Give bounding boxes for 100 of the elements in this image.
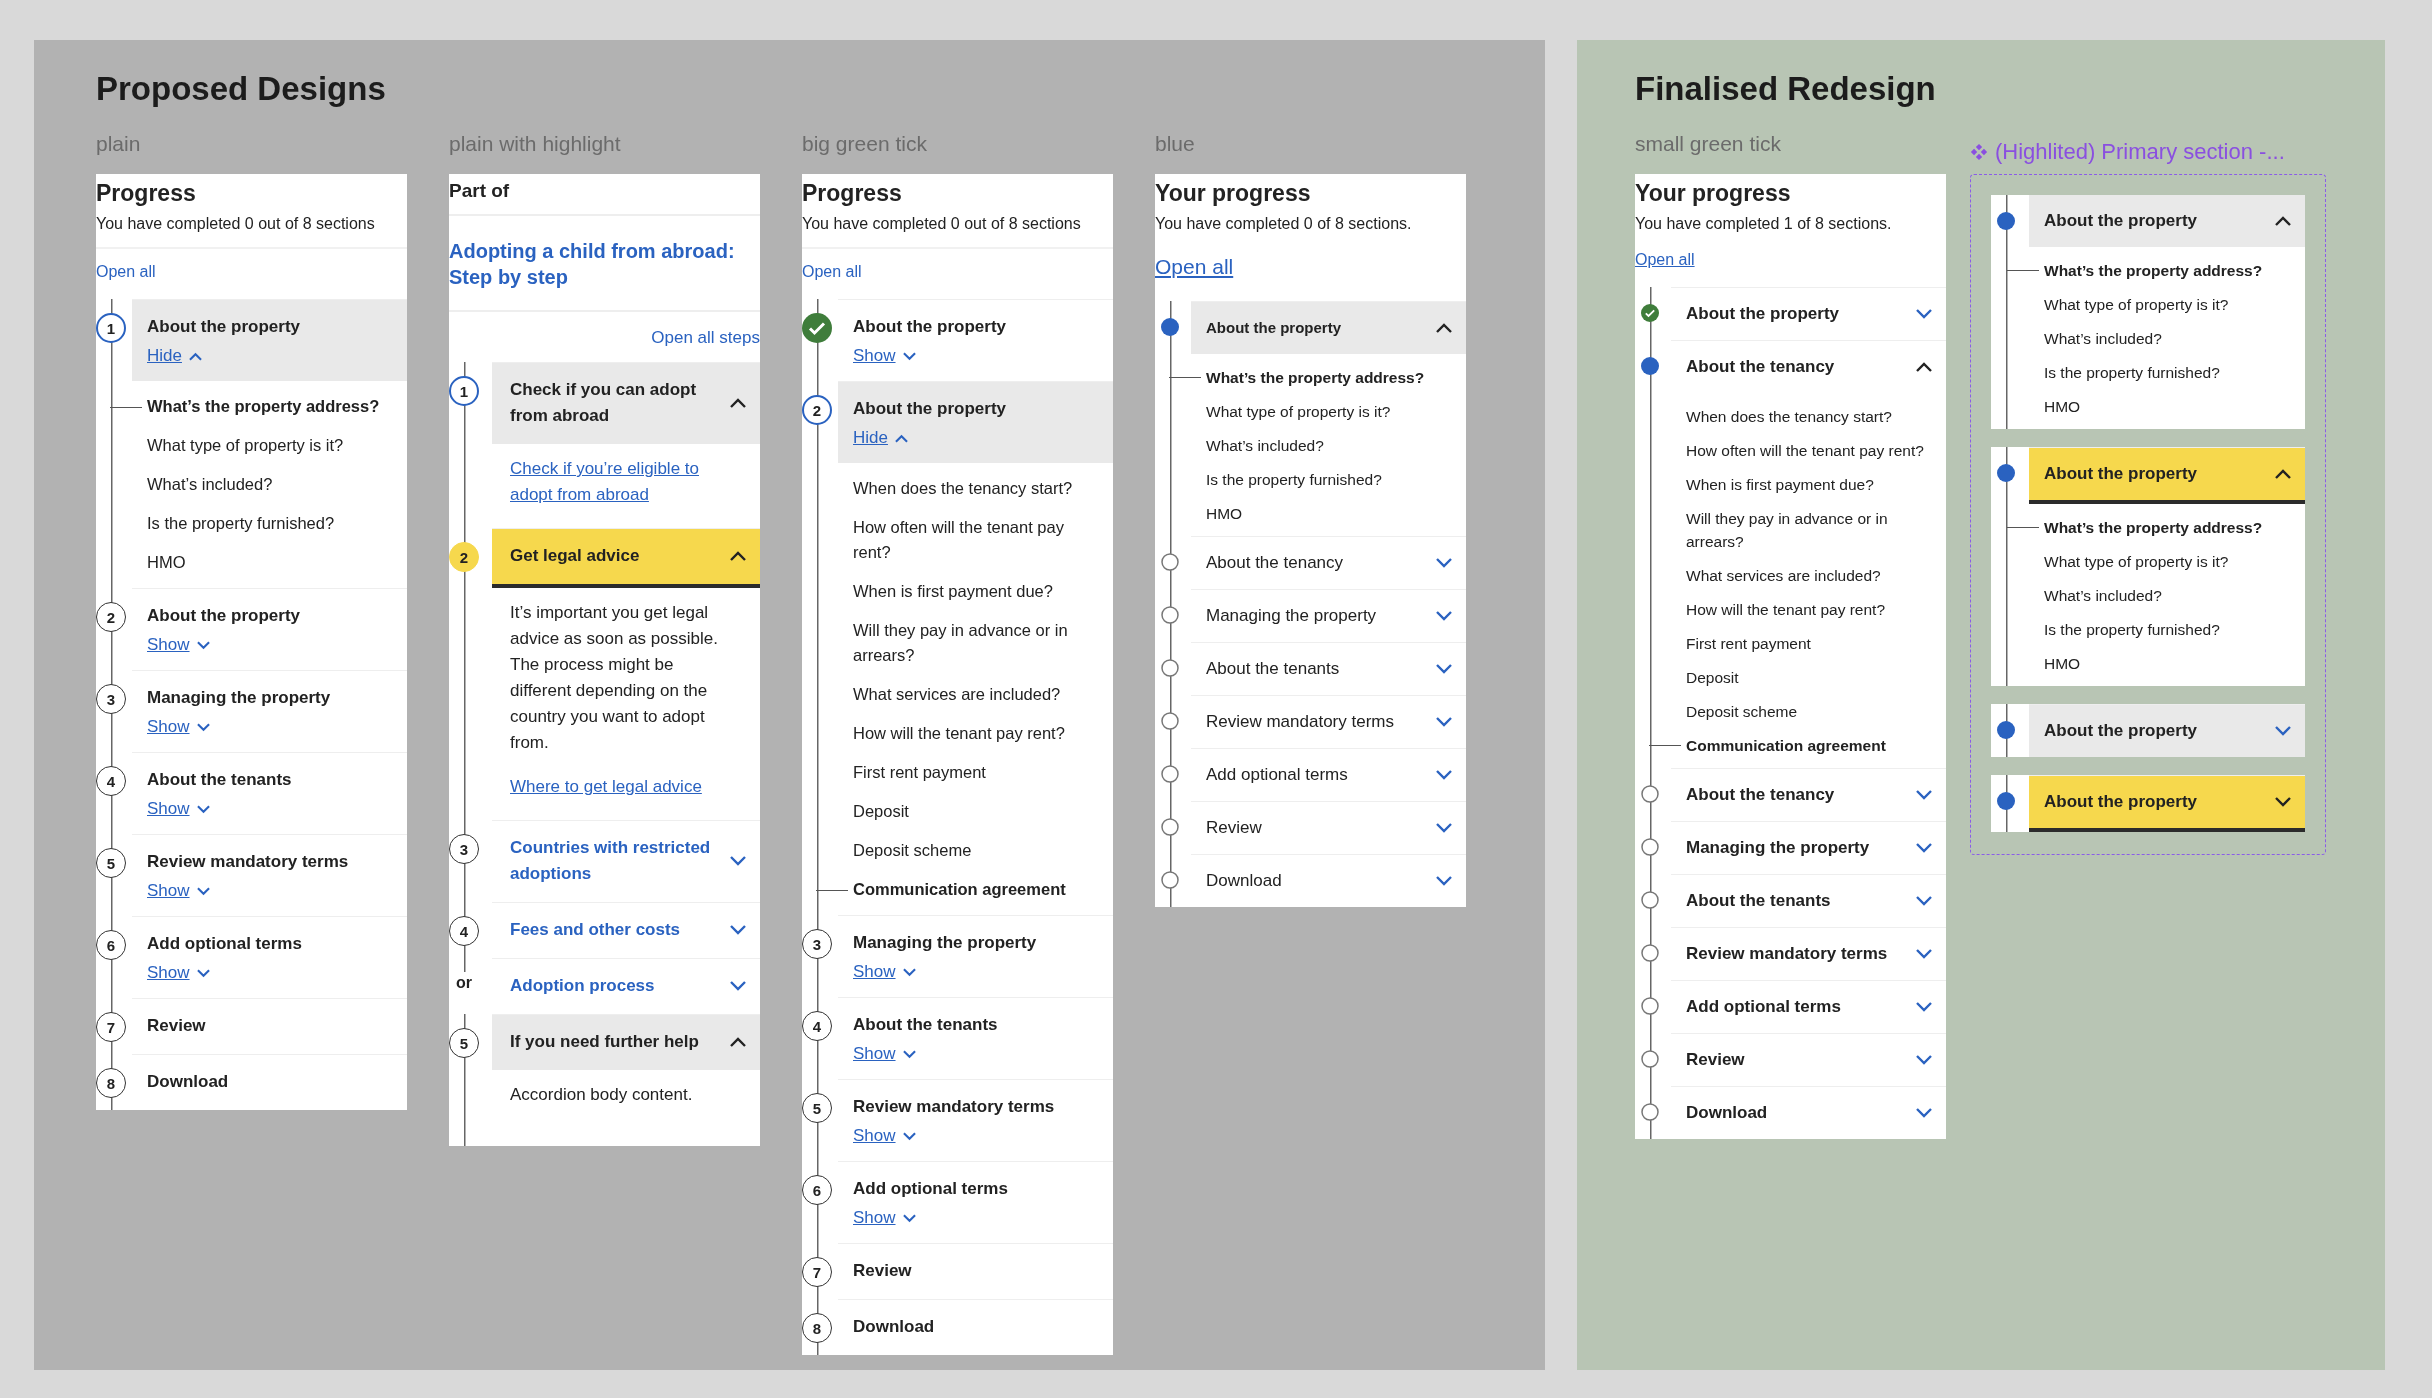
step-header[interactable]: Review mandatory terms Show xyxy=(838,1080,1113,1161)
step-header[interactable]: About the property Show xyxy=(132,589,407,670)
section-item[interactable]: What’s the property address? xyxy=(2007,253,2305,287)
step-header[interactable]: Add optional terms xyxy=(1191,749,1466,801)
step-header[interactable]: Review mandatory terms Show xyxy=(132,835,407,916)
step-header[interactable]: About the property xyxy=(2029,776,2305,832)
step-header[interactable]: Review mandatory terms xyxy=(1671,928,1946,980)
chevron-down-icon[interactable] xyxy=(1436,611,1452,621)
step-header[interactable]: About the tenancy xyxy=(1671,341,1946,393)
show-hide-link[interactable]: Show xyxy=(147,717,210,737)
chevron-down-icon[interactable] xyxy=(1436,823,1452,833)
step-header[interactable]: Countries with restricted adoptions xyxy=(492,821,760,902)
section-item[interactable]: Is the property furnished? xyxy=(147,504,407,543)
section-item[interactable]: HMO xyxy=(2044,646,2305,680)
step-header[interactable]: Review xyxy=(132,999,407,1054)
chevron-up-icon[interactable] xyxy=(2275,216,2291,226)
step-header[interactable]: Managing the property Show xyxy=(838,916,1113,997)
step-header[interactable]: Add optional terms Show xyxy=(838,1162,1113,1243)
show-hide-link[interactable]: Show xyxy=(853,962,916,982)
section-item[interactable]: How often will the tenant pay rent? xyxy=(1686,433,1946,467)
section-item[interactable]: HMO xyxy=(1206,496,1466,530)
section-item[interactable]: Is the property furnished? xyxy=(1206,462,1466,496)
step-header[interactable]: About the tenancy xyxy=(1671,769,1946,821)
open-all-link[interactable]: Open all xyxy=(96,263,156,280)
step-link[interactable]: Adoption process xyxy=(510,973,655,999)
step-header[interactable]: About the tenants Show xyxy=(838,998,1113,1079)
step-header[interactable]: About the property xyxy=(1671,288,1946,340)
section-item[interactable]: How will the tenant pay rent? xyxy=(853,714,1113,753)
chevron-down-icon[interactable] xyxy=(1916,843,1932,853)
chevron-down-icon[interactable] xyxy=(1916,896,1932,906)
section-item[interactable]: What’s the property address? xyxy=(1169,360,1466,394)
chevron-up-icon[interactable] xyxy=(2275,469,2291,479)
section-item[interactable]: When is first payment due? xyxy=(853,572,1113,611)
chevron-down-icon[interactable] xyxy=(1916,1055,1932,1065)
step-header[interactable]: About the tenants xyxy=(1671,875,1946,927)
step-header[interactable]: Add optional terms xyxy=(1671,981,1946,1033)
chevron-down-icon[interactable] xyxy=(1436,717,1452,727)
section-item[interactable]: Deposit scheme xyxy=(1686,694,1946,728)
section-item[interactable]: Will they pay in advance or in arrears? xyxy=(853,611,1113,675)
step-header[interactable]: About the tenants xyxy=(1191,643,1466,695)
section-item[interactable]: What’s the property address? xyxy=(110,387,407,426)
chevron-down-icon[interactable] xyxy=(1436,664,1452,674)
section-item[interactable]: How will the tenant pay rent? xyxy=(1686,592,1946,626)
step-header[interactable]: Add optional terms Show xyxy=(132,917,407,998)
section-item[interactable]: Deposit xyxy=(853,792,1113,831)
step-header[interactable]: Managing the property Show xyxy=(132,671,407,752)
chevron-down-icon[interactable] xyxy=(1916,790,1932,800)
step-header[interactable]: Adoption process xyxy=(492,959,760,1014)
open-all-link[interactable]: Open all xyxy=(1155,255,1234,278)
show-hide-link[interactable]: Show xyxy=(147,963,210,983)
step-header[interactable]: About the property Hide xyxy=(838,382,1113,463)
open-all-link[interactable]: Open all xyxy=(1635,251,1695,268)
chevron-down-icon[interactable] xyxy=(1436,558,1452,568)
step-header[interactable]: Review mandatory terms xyxy=(1191,696,1466,748)
body-link[interactable]: Where to get legal advice xyxy=(510,774,730,800)
step-header[interactable]: If you need further help xyxy=(492,1015,760,1070)
section-item[interactable]: How often will the tenant pay rent? xyxy=(853,508,1113,572)
section-item[interactable]: What’s included? xyxy=(147,465,407,504)
section-item[interactable]: What’s the property address? xyxy=(2007,510,2305,544)
section-item[interactable]: Is the property furnished? xyxy=(2044,355,2305,389)
step-header[interactable]: About the property Show xyxy=(838,300,1113,381)
section-item[interactable]: When is first payment due? xyxy=(1686,467,1946,501)
chevron-down-icon[interactable] xyxy=(1436,770,1452,780)
section-item[interactable]: What type of property is it? xyxy=(2044,287,2305,321)
section-item[interactable]: Deposit xyxy=(1686,660,1946,694)
section-item[interactable]: Will they pay in advance or in arrears? xyxy=(1686,501,1946,558)
section-item[interactable]: Communication agreement xyxy=(1649,728,1946,762)
step-header[interactable]: Download xyxy=(132,1055,407,1110)
step-header[interactable]: About the property xyxy=(2029,195,2305,247)
section-item[interactable]: HMO xyxy=(2044,389,2305,423)
show-hide-link[interactable]: Show xyxy=(147,799,210,819)
show-hide-link[interactable]: Hide xyxy=(853,428,908,448)
step-by-step-link[interactable]: Adopting a child from abroad: Step by step xyxy=(449,216,760,312)
section-item[interactable]: When does the tenancy start? xyxy=(853,469,1113,508)
step-header[interactable]: About the property xyxy=(2029,448,2305,504)
show-hide-link[interactable]: Show xyxy=(853,1044,916,1064)
show-hide-link[interactable]: Show xyxy=(147,635,210,655)
open-all-link[interactable]: Open all xyxy=(802,263,862,280)
chevron-down-icon[interactable] xyxy=(730,981,746,991)
section-item[interactable]: What services are included? xyxy=(853,675,1113,714)
show-hide-link[interactable]: Hide xyxy=(147,346,202,366)
step-header[interactable]: About the tenancy xyxy=(1191,537,1466,589)
section-item[interactable]: When does the tenancy start? xyxy=(1686,399,1946,433)
step-header[interactable]: Download xyxy=(1671,1087,1946,1139)
chevron-up-icon[interactable] xyxy=(1916,362,1932,372)
show-hide-link[interactable]: Show xyxy=(853,1208,916,1228)
section-item[interactable]: What type of property is it? xyxy=(2044,544,2305,578)
step-header[interactable]: Review xyxy=(1191,802,1466,854)
step-header[interactable]: Check if you can adopt from abroad xyxy=(492,363,760,444)
step-header[interactable]: Get legal advice xyxy=(492,529,760,588)
chevron-down-icon[interactable] xyxy=(1916,949,1932,959)
step-header[interactable]: About the tenants Show xyxy=(132,753,407,834)
chevron-up-icon[interactable] xyxy=(730,398,746,408)
section-item[interactable]: What type of property is it? xyxy=(1206,394,1466,428)
step-header[interactable]: About the property xyxy=(2029,705,2305,757)
show-hide-link[interactable]: Show xyxy=(853,1126,916,1146)
step-header[interactable]: Download xyxy=(838,1300,1113,1355)
step-header[interactable]: Fees and other costs xyxy=(492,903,760,958)
section-item[interactable]: First rent payment xyxy=(1686,626,1946,660)
body-link[interactable]: Check if you’re eligible to adopt from abroad xyxy=(510,456,730,508)
